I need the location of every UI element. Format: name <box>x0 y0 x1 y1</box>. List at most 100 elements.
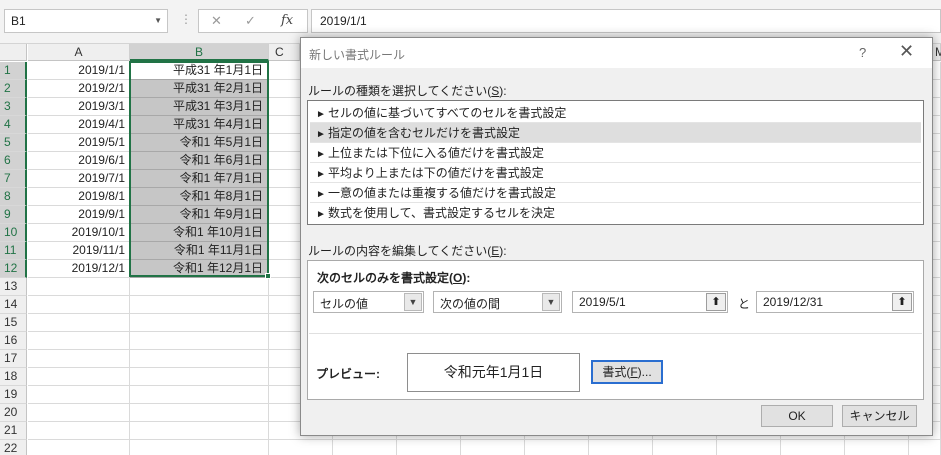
cell-b[interactable]: 令和1 年11月1日 <box>130 242 268 260</box>
help-icon[interactable]: ? <box>859 45 866 60</box>
row-header[interactable]: 12 <box>0 260 27 278</box>
cell-b[interactable] <box>130 332 269 350</box>
condition-subject-select[interactable]: セルの値 ▼ <box>313 291 424 313</box>
rule-type-item-selected[interactable]: ► 指定の値を含むセルだけを書式設定 <box>310 123 921 143</box>
row-header[interactable]: 21 <box>0 422 27 440</box>
name-box[interactable]: B1 ▼ <box>4 9 168 33</box>
cancel-button[interactable]: キャンセル <box>842 405 917 427</box>
insert-function-icon[interactable]: fx <box>281 13 293 28</box>
row-header[interactable]: 19 <box>0 386 27 404</box>
cell-a[interactable]: 2019/10/1 <box>28 224 130 242</box>
cell-b[interactable] <box>130 422 269 440</box>
cell-a[interactable]: 2019/6/1 <box>28 152 130 170</box>
cell-a[interactable]: 2019/3/1 <box>28 98 130 116</box>
cell-b[interactable]: 令和1 年5月1日 <box>130 134 268 152</box>
row-header[interactable]: 9 <box>0 206 27 224</box>
empty-cell[interactable] <box>461 440 525 455</box>
empty-cell[interactable] <box>589 440 653 455</box>
cell-b[interactable] <box>130 404 269 422</box>
rule-type-item[interactable]: ► 平均より上または下の値だけを書式設定 <box>310 163 921 183</box>
cell-a[interactable] <box>28 332 130 350</box>
close-icon[interactable]: ✕ <box>899 41 914 62</box>
chevron-down-icon[interactable]: ▼ <box>542 293 560 311</box>
row-header[interactable]: 7 <box>0 170 27 188</box>
cell-a[interactable]: 2019/12/1 <box>28 260 130 278</box>
value-from-input[interactable]: 2019/5/1 ⬆ <box>572 291 728 313</box>
column-header-c[interactable]: C <box>269 44 300 61</box>
check-icon[interactable]: ✓ <box>245 13 256 29</box>
row-header[interactable]: 22 <box>0 440 27 455</box>
row-header[interactable]: 15 <box>0 314 27 332</box>
cell-a[interactable] <box>28 278 130 296</box>
cell-a[interactable]: 2019/9/1 <box>28 206 130 224</box>
row-header[interactable]: 20 <box>0 404 27 422</box>
cell-a[interactable]: 2019/7/1 <box>28 170 130 188</box>
rule-type-item[interactable]: ► 数式を使用して、書式設定するセルを決定 <box>310 203 921 223</box>
row-header[interactable]: 13 <box>0 278 27 296</box>
row-header[interactable]: 11 <box>0 242 27 260</box>
row-header[interactable]: 17 <box>0 350 27 368</box>
cell-b[interactable]: 令和1 年7月1日 <box>130 170 268 188</box>
cell-a[interactable] <box>28 296 130 314</box>
condition-operator-select[interactable]: 次の値の間 ▼ <box>433 291 562 313</box>
cell-b[interactable] <box>130 278 269 296</box>
column-header-m[interactable]: M <box>933 44 941 61</box>
cell-a[interactable]: 2019/2/1 <box>28 80 130 98</box>
collapse-dialog-icon[interactable]: ⬆ <box>706 293 726 311</box>
empty-cell[interactable] <box>845 440 909 455</box>
cell-a[interactable]: 2019/8/1 <box>28 188 130 206</box>
cell-a[interactable] <box>28 386 130 404</box>
row-header[interactable]: 3 <box>0 98 27 116</box>
cell-a[interactable]: 2019/5/1 <box>28 134 130 152</box>
row-header[interactable]: 5 <box>0 134 27 152</box>
row-header[interactable]: 10 <box>0 224 27 242</box>
chevron-down-icon[interactable]: ▼ <box>154 16 162 25</box>
fill-handle[interactable] <box>265 273 271 279</box>
cell-b[interactable]: 令和1 年12月1日 <box>130 260 268 278</box>
cell-b[interactable]: 平成31 年3月1日 <box>130 98 268 116</box>
rule-type-item[interactable]: ► 上位または下位に入る値だけを書式設定 <box>310 143 921 163</box>
cancel-icon[interactable]: ✕ <box>211 13 222 29</box>
cell-b[interactable] <box>130 296 269 314</box>
row-header[interactable]: 14 <box>0 296 27 314</box>
cell-a[interactable]: 2019/4/1 <box>28 116 130 134</box>
cell-b[interactable] <box>130 314 269 332</box>
cell-b[interactable]: 令和1 年6月1日 <box>130 152 268 170</box>
column-header-b[interactable]: B <box>130 44 269 61</box>
cell-b[interactable] <box>130 368 269 386</box>
cell-b[interactable]: 平成31 年2月1日 <box>130 80 268 98</box>
row-header[interactable]: 4 <box>0 116 27 134</box>
row-header[interactable]: 6 <box>0 152 27 170</box>
cell-a[interactable] <box>28 314 130 332</box>
cell-a[interactable] <box>28 422 130 440</box>
cell-b[interactable]: 令和1 年9月1日 <box>130 206 268 224</box>
collapse-dialog-icon[interactable]: ⬆ <box>892 293 912 311</box>
rule-type-list[interactable]: ► セルの値に基づいてすべてのセルを書式設定 ► 指定の値を含むセルだけを書式設定 … <box>307 100 924 225</box>
empty-cell[interactable] <box>717 440 781 455</box>
ok-button[interactable]: OK <box>761 405 833 427</box>
format-button[interactable]: 書式(F)... <box>591 360 663 384</box>
cell-a[interactable] <box>28 440 130 455</box>
empty-cell[interactable] <box>909 440 941 455</box>
rule-type-item[interactable]: ► 一意の値または重複する値だけを書式設定 <box>310 183 921 203</box>
empty-cell[interactable] <box>269 440 333 455</box>
cell-b[interactable] <box>130 350 269 368</box>
empty-cell[interactable] <box>525 440 589 455</box>
empty-cell[interactable] <box>781 440 845 455</box>
rule-type-item[interactable]: ► セルの値に基づいてすべてのセルを書式設定 <box>310 103 921 123</box>
cell-a[interactable] <box>28 368 130 386</box>
row-header[interactable]: 18 <box>0 368 27 386</box>
formula-input[interactable]: 2019/1/1 <box>311 9 941 33</box>
empty-cell[interactable] <box>333 440 397 455</box>
row-header[interactable]: 16 <box>0 332 27 350</box>
cell-a[interactable]: 2019/11/1 <box>28 242 130 260</box>
row-header[interactable]: 8 <box>0 188 27 206</box>
select-all-corner[interactable] <box>0 44 27 61</box>
dialog-title-bar[interactable]: 新しい書式ルール ? ✕ <box>301 38 932 68</box>
cell-b[interactable]: 平成31 年4月1日 <box>130 116 268 134</box>
empty-cell[interactable] <box>653 440 717 455</box>
column-header-a[interactable]: A <box>28 44 130 61</box>
cell-b[interactable]: 令和1 年8月1日 <box>130 188 268 206</box>
empty-cell[interactable] <box>397 440 461 455</box>
cell-a[interactable] <box>28 350 130 368</box>
